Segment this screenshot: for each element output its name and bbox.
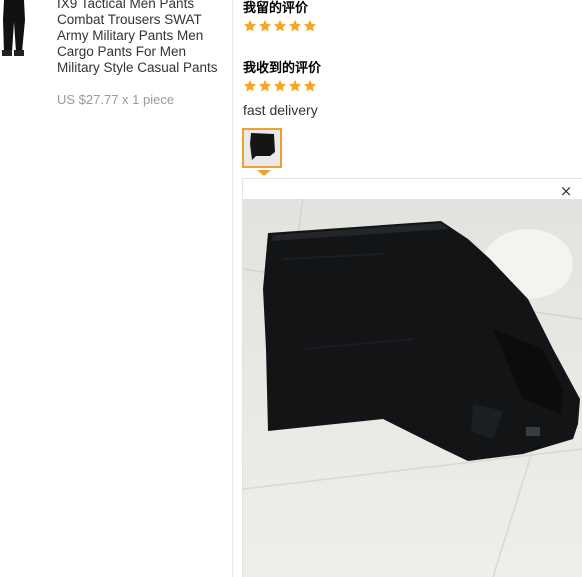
column-divider (232, 0, 233, 577)
star-icon (258, 79, 272, 92)
received-review-heading: 我收到的评价 (243, 61, 322, 76)
product-summary: IX9 Tactical Men Pants Combat Trousers S… (0, 0, 232, 577)
star-icon (303, 19, 317, 32)
review-text: fast delivery (243, 102, 318, 118)
star-icon (243, 79, 257, 92)
photo-preview-panel: × (242, 178, 582, 577)
review-photo-large (243, 199, 582, 577)
product-title[interactable]: IX9 Tactical Men Pants Combat Trousers S… (57, 0, 229, 76)
product-price: US $27.77 x 1 piece (57, 92, 175, 107)
pants-photo-thumb-icon (244, 130, 280, 166)
star-icon (288, 19, 302, 32)
star-icon (273, 79, 287, 92)
star-icon (303, 79, 317, 92)
star-icon (243, 19, 257, 32)
review-photo-thumbnail[interactable] (242, 128, 282, 168)
thumbnail-pointer (257, 170, 271, 176)
my-rating-stars (243, 19, 317, 35)
star-icon (258, 19, 272, 32)
star-icon (273, 19, 287, 32)
star-icon (288, 79, 302, 92)
received-rating-stars (243, 79, 317, 95)
product-thumbnail[interactable] (0, 0, 30, 60)
my-review-heading: 我留的评价 (243, 1, 309, 16)
close-icon[interactable]: × (558, 183, 574, 199)
